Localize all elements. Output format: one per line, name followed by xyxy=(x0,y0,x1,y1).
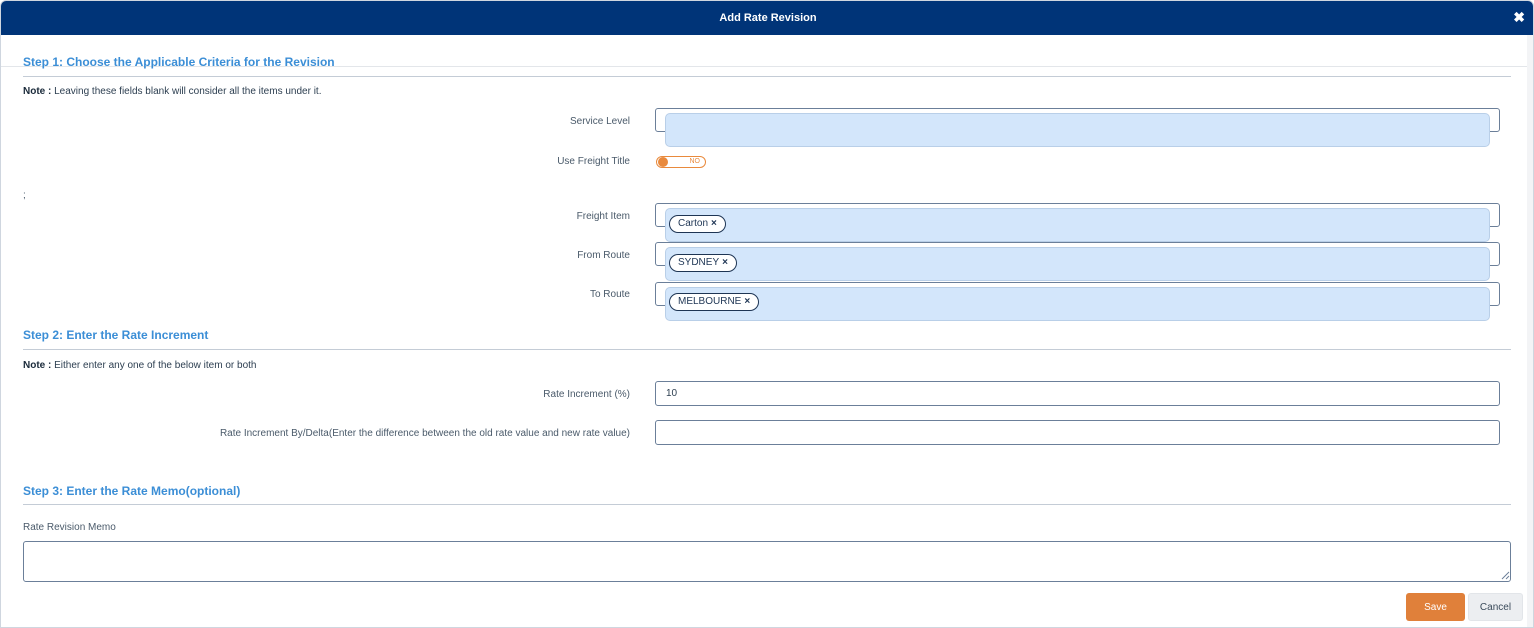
remove-tag-icon[interactable]: × xyxy=(711,218,717,229)
rate-revision-memo-input[interactable] xyxy=(23,541,1511,582)
from-route-label: From Route xyxy=(577,250,630,261)
toggle-state-text: NO xyxy=(689,158,701,165)
step1-note: Note : Leaving these fields blank will c… xyxy=(23,86,322,97)
freight-item-select[interactable] xyxy=(665,208,1490,242)
step2-divider xyxy=(23,349,1511,350)
memo-label: Rate Revision Memo xyxy=(23,522,116,533)
from-route-tag: SYDNEY × xyxy=(669,254,737,272)
to-route-select[interactable] xyxy=(665,287,1490,321)
step3-heading: Step 3: Enter the Rate Memo(optional) xyxy=(23,484,241,498)
tag-label: SYDNEY xyxy=(678,257,720,268)
rate-delta-label: Rate Increment By/Delta(Enter the differ… xyxy=(219,428,630,439)
tag-label: MELBOURNE xyxy=(678,296,742,307)
step2-note: Note : Either enter any one of the below… xyxy=(23,360,256,371)
step1-note-prefix: Note : xyxy=(23,86,52,97)
service-level-select[interactable] xyxy=(665,113,1490,147)
resize-grip-icon[interactable] xyxy=(1500,570,1510,580)
stray-semicolon: ; xyxy=(23,190,26,201)
step2-note-text: Either enter any one of the below item o… xyxy=(51,360,257,371)
scrollbar[interactable] xyxy=(1527,35,1533,627)
use-freight-title-toggle[interactable]: NO xyxy=(656,156,706,168)
rate-delta-input[interactable] xyxy=(655,420,1500,445)
step3-divider xyxy=(23,504,1511,505)
add-rate-revision-dialog: Add Rate Revision ✖ Step 1: Choose the A… xyxy=(0,0,1534,628)
dialog-title: Add Rate Revision xyxy=(719,12,817,24)
to-route-tag: MELBOURNE × xyxy=(669,293,760,311)
from-route-select[interactable] xyxy=(665,247,1490,281)
service-level-label: Service Level xyxy=(569,116,630,127)
step2-heading: Step 2: Enter the Rate Increment xyxy=(23,328,209,342)
freight-item-label: Freight Item xyxy=(576,211,630,222)
tag-label: Carton xyxy=(678,218,709,229)
rate-increment-input[interactable] xyxy=(655,381,1500,406)
freight-item-tag: Carton × xyxy=(669,215,726,233)
close-icon[interactable]: ✖ xyxy=(1513,9,1525,25)
to-route-label: To Route xyxy=(589,289,630,300)
step2-note-prefix: Note : xyxy=(23,360,52,371)
toggle-knob xyxy=(658,157,668,167)
cancel-button[interactable]: Cancel xyxy=(1468,593,1523,621)
dialog-header: Add Rate Revision ✖ xyxy=(1,1,1533,35)
step1-divider xyxy=(23,76,1511,77)
remove-tag-icon[interactable]: × xyxy=(722,257,728,268)
step1-heading: Step 1: Choose the Applicable Criteria f… xyxy=(23,55,335,69)
remove-tag-icon[interactable]: × xyxy=(744,296,750,307)
save-button[interactable]: Save xyxy=(1406,593,1465,621)
rate-increment-label: Rate Increment (%) xyxy=(543,389,630,400)
use-freight-title-label: Use Freight Title xyxy=(557,156,630,167)
step1-note-text: Leaving these fields blank will consider… xyxy=(51,86,322,97)
